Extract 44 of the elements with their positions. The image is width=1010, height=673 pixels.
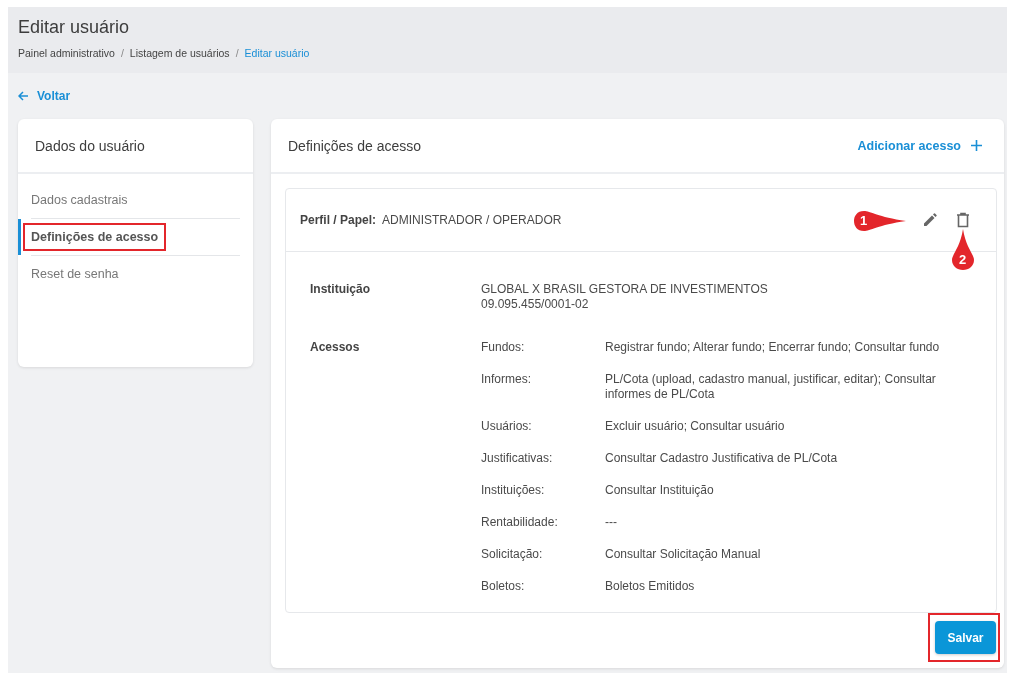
permission-list: PL/Cota (upload, cadastro manual, justificar, editar); Consultar informes de PL/Cota (605, 372, 980, 402)
breadcrumb-link[interactable]: Editar usuário (244, 47, 310, 59)
permission-list: Consultar Solicitação Manual (605, 547, 980, 562)
pencil-icon (922, 212, 938, 228)
permission-list: Boletos Emitidos (605, 579, 980, 594)
add-access-link[interactable]: Adicionar acesso (857, 138, 982, 153)
breadcrumb-separator: / (120, 47, 124, 59)
sidebar-item[interactable]: Reset de senha (23, 260, 127, 288)
selection-bar (18, 219, 21, 255)
permission-list: Excluir usuário; Consultar usuário (605, 419, 980, 434)
profile-value: ADMINISTRADOR / OPERADOR (382, 213, 562, 227)
trash-button[interactable] (954, 210, 972, 230)
module-name: Instituições: (481, 483, 546, 498)
plus-icon (971, 140, 982, 151)
breadcrumb-link[interactable]: Painel administrativo (18, 47, 115, 59)
permission-list: --- (605, 515, 980, 530)
module-name: Rentabilidade: (481, 515, 559, 530)
sidebar-item[interactable]: Dados cadastrais (23, 186, 136, 214)
panel-title: Definições de acesso (288, 137, 422, 154)
field-label: Acessos (310, 340, 361, 356)
breadcrumb-separator: / (235, 47, 239, 59)
save-button[interactable]: Salvar (935, 621, 996, 654)
page-title: Editar usuário (18, 17, 131, 38)
callout-number: 2 (959, 252, 967, 267)
breadcrumb-link[interactable]: Listagem de usuários (129, 47, 230, 59)
institution-cnpj: 09.095.455/0001-02 (481, 297, 590, 312)
field-label: Instituição (310, 282, 371, 298)
module-name: Boletos: (481, 579, 526, 594)
module-name: Usuários: (481, 419, 533, 434)
arrow-left-icon (18, 91, 29, 101)
sidebar-title: Dados do usuário (35, 137, 145, 154)
back-link[interactable]: Voltar (18, 89, 71, 103)
module-name: Fundos: (481, 340, 526, 355)
permission-list: Consultar Instituição (605, 483, 980, 498)
institution-name: GLOBAL X BRASIL GESTORA DE INVESTIMENTOS (481, 282, 769, 297)
module-name: Informes: (481, 372, 532, 388)
profile-label: Perfil / Papel: (300, 213, 377, 227)
module-name: Solicitação: (481, 547, 544, 562)
permission-list: Registrar fundo; Alterar fundo; Encerrar fundo; Consultar fundo (605, 340, 980, 355)
callout-number: 1 (860, 213, 868, 228)
permission-list: Consultar Cadastro Justificativa de PL/Cota (605, 451, 980, 466)
module-name: Justificativas: (481, 451, 554, 466)
sidebar-item[interactable]: Definições de acesso (23, 223, 167, 251)
trash-icon (956, 212, 970, 228)
